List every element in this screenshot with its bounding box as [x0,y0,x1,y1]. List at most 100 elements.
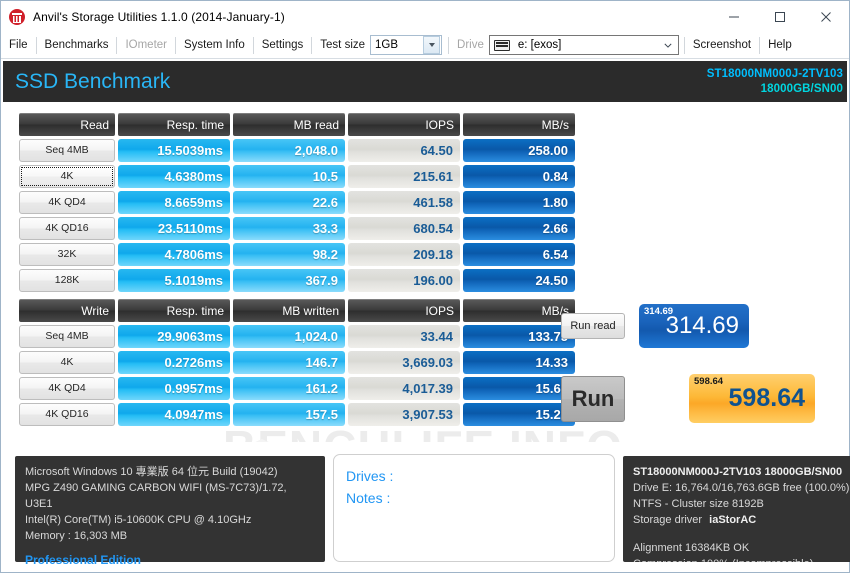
chevron-down-icon[interactable] [423,36,441,54]
read-mbs-seq4mb: 258.00 [463,139,575,162]
menu-item-system-info[interactable]: System Info [176,32,253,59]
write-iops-seq4mb: 33.44 [348,325,460,348]
read-table: Read Resp. time MB read IOPS MB/s Seq 4M… [16,110,578,295]
read-iops-4kqd4: 461.58 [348,191,460,214]
write-mbs-4kqd16: 15.26 [463,403,575,426]
read-mb-32k: 98.2 [233,243,345,266]
row-label-4k[interactable]: 4K [19,165,115,188]
row-label-seq4mb[interactable]: Seq 4MB [19,139,115,162]
read-mbs-4kqd16: 2.66 [463,217,575,240]
drive-driver-line: Storage driver iaStorAC [633,512,845,528]
row-label-4kqd4[interactable]: 4K QD4 [19,191,115,214]
row-label-32k[interactable]: 32K [19,243,115,266]
read-mbs-128k: 24.50 [463,269,575,292]
menu-item-help[interactable]: Help [760,32,800,59]
table-row: 4K QD16 23.5110ms 33.3 680.54 2.66 [19,217,575,240]
read-iops-4kqd16: 680.54 [348,217,460,240]
page-title: SSD Benchmark [15,69,171,93]
drive-icon [493,39,510,51]
table-row: 4K QD4 8.6659ms 22.6 461.58 1.80 [19,191,575,214]
test-size-value: 1GB [375,39,399,51]
col-iops-w: IOPS [348,299,460,322]
write-resp-4k: 0.2726ms [118,351,230,374]
maximize-icon[interactable] [757,1,803,32]
write-resp-seq4mb: 29.9063ms [118,325,230,348]
read-mb-4kqd4: 22.6 [233,191,345,214]
read-mb-128k: 367.9 [233,269,345,292]
menu-item-iometer: IOmeter [125,39,167,51]
system-board: MPG Z490 GAMING CARBON WIFI (MS-7C73)/1.… [25,482,287,510]
drive-capacity-line: Drive E: 16,764.0/16,763.6GB free (100.0… [633,482,850,494]
wrow-label-4k[interactable]: 4K [19,351,115,374]
run-read-button[interactable]: Run read [561,313,625,339]
menu-item-settings[interactable]: Settings [254,32,312,59]
col-iops: IOPS [348,113,460,136]
app-window: Anvil's Storage Utilities 1.1.0 (2014-Ja… [0,0,850,573]
col-mb-written: MB written [233,299,345,322]
table-row: 4K QD4 0.9957ms 161.2 4,017.39 15.69 [19,377,575,400]
read-mbs-32k: 6.54 [463,243,575,266]
read-mb-4k: 10.5 [233,165,345,188]
read-resp-32k: 4.7806ms [118,243,230,266]
col-resp-time-w: Resp. time [118,299,230,322]
read-score-box: 314.69 314.69 [639,304,749,348]
read-iops-32k: 209.18 [348,243,460,266]
table-row: 128K 5.1019ms 367.9 196.00 24.50 [19,269,575,292]
driver-value: iaStorAC [709,514,757,526]
edition-label: Professional Edition [25,553,142,567]
wrow-label-4kqd4[interactable]: 4K QD4 [19,377,115,400]
menu-item-file[interactable]: File [1,32,36,59]
row-label-4kqd16[interactable]: 4K QD16 [19,217,115,240]
menu-item-screenshot[interactable]: Screenshot [685,32,759,59]
read-resp-4k: 4.6380ms [118,165,230,188]
read-mb-seq4mb: 2,048.0 [233,139,345,162]
benchmark-header: SSD Benchmark ST18000NM000J-2TV103 18000… [3,61,847,102]
total-score-value: 598.64 [728,384,805,412]
wrow-label-4kqd16[interactable]: 4K QD16 [19,403,115,426]
table-row: 4K 4.6380ms 10.5 215.61 0.84 [19,165,575,188]
total-score-mini: 598.64 [694,376,724,387]
total-score-box: 598.64 598.64 [689,374,815,423]
write-mb-4k: 146.7 [233,351,345,374]
menu-bar: File Benchmarks IOmeter System Info Sett… [1,32,849,59]
title-bar: Anvil's Storage Utilities 1.1.0 (2014-Ja… [1,1,849,32]
menu-item-benchmarks[interactable]: Benchmarks [37,32,117,59]
system-cpu: Intel(R) Core(TM) i5-10600K CPU @ 4.10GH… [25,514,252,526]
run-button[interactable]: Run [561,376,625,422]
test-size-select[interactable]: 1GB [370,35,443,55]
notes-panel[interactable]: Drives : Notes : [333,454,615,562]
table-row: 4K QD16 4.0947ms 157.5 3,907.53 15.26 [19,403,575,426]
read-iops-seq4mb: 64.50 [348,139,460,162]
read-mbs-4k: 0.84 [463,165,575,188]
device-header: ST18000NM000J-2TV103 18000GB/SN00 [707,67,843,96]
write-table: Write Resp. time MB written IOPS MB/s Se… [16,296,578,429]
panel-spacer [633,528,845,540]
read-score-mini: 314.69 [644,306,674,317]
write-iops-4k: 3,669.03 [348,351,460,374]
write-mb-seq4mb: 1,024.0 [233,325,345,348]
col-mb-read: MB read [233,113,345,136]
drive-compression-line: Compression 100% (Incompressible) [633,556,845,562]
read-mb-4kqd16: 33.3 [233,217,345,240]
read-resp-4kqd4: 8.6659ms [118,191,230,214]
minimize-icon[interactable] [711,1,757,32]
main-content: BENCHLIFE.INFO Read Resp. time MB read I… [3,102,847,442]
drive-select[interactable]: e: [exos] [488,35,679,55]
chevron-down-icon[interactable] [664,43,672,48]
write-mbs-4kqd4: 15.69 [463,377,575,400]
device-capacity: 18000GB/SN00 [760,82,843,95]
col-resp-time: Resp. time [118,113,230,136]
bottom-section: Microsoft Windows 10 專業版 64 位元 Build (19… [3,442,850,572]
wrow-label-seq4mb[interactable]: Seq 4MB [19,325,115,348]
drives-label: Drives : [346,468,394,484]
write-iops-4kqd16: 3,907.53 [348,403,460,426]
device-model: ST18000NM000J-2TV103 [706,68,843,81]
notes-label: Notes : [346,490,391,506]
close-icon[interactable] [803,1,849,32]
table-row: Seq 4MB 15.5039ms 2,048.0 64.50 258.00 [19,139,575,162]
system-memory: Memory : 16,303 MB [25,530,128,542]
table-row: 32K 4.7806ms 98.2 209.18 6.54 [19,243,575,266]
write-resp-4kqd4: 0.9957ms [118,377,230,400]
system-info-panel: Microsoft Windows 10 專業版 64 位元 Build (19… [15,456,325,567]
row-label-128k[interactable]: 128K [19,269,115,292]
